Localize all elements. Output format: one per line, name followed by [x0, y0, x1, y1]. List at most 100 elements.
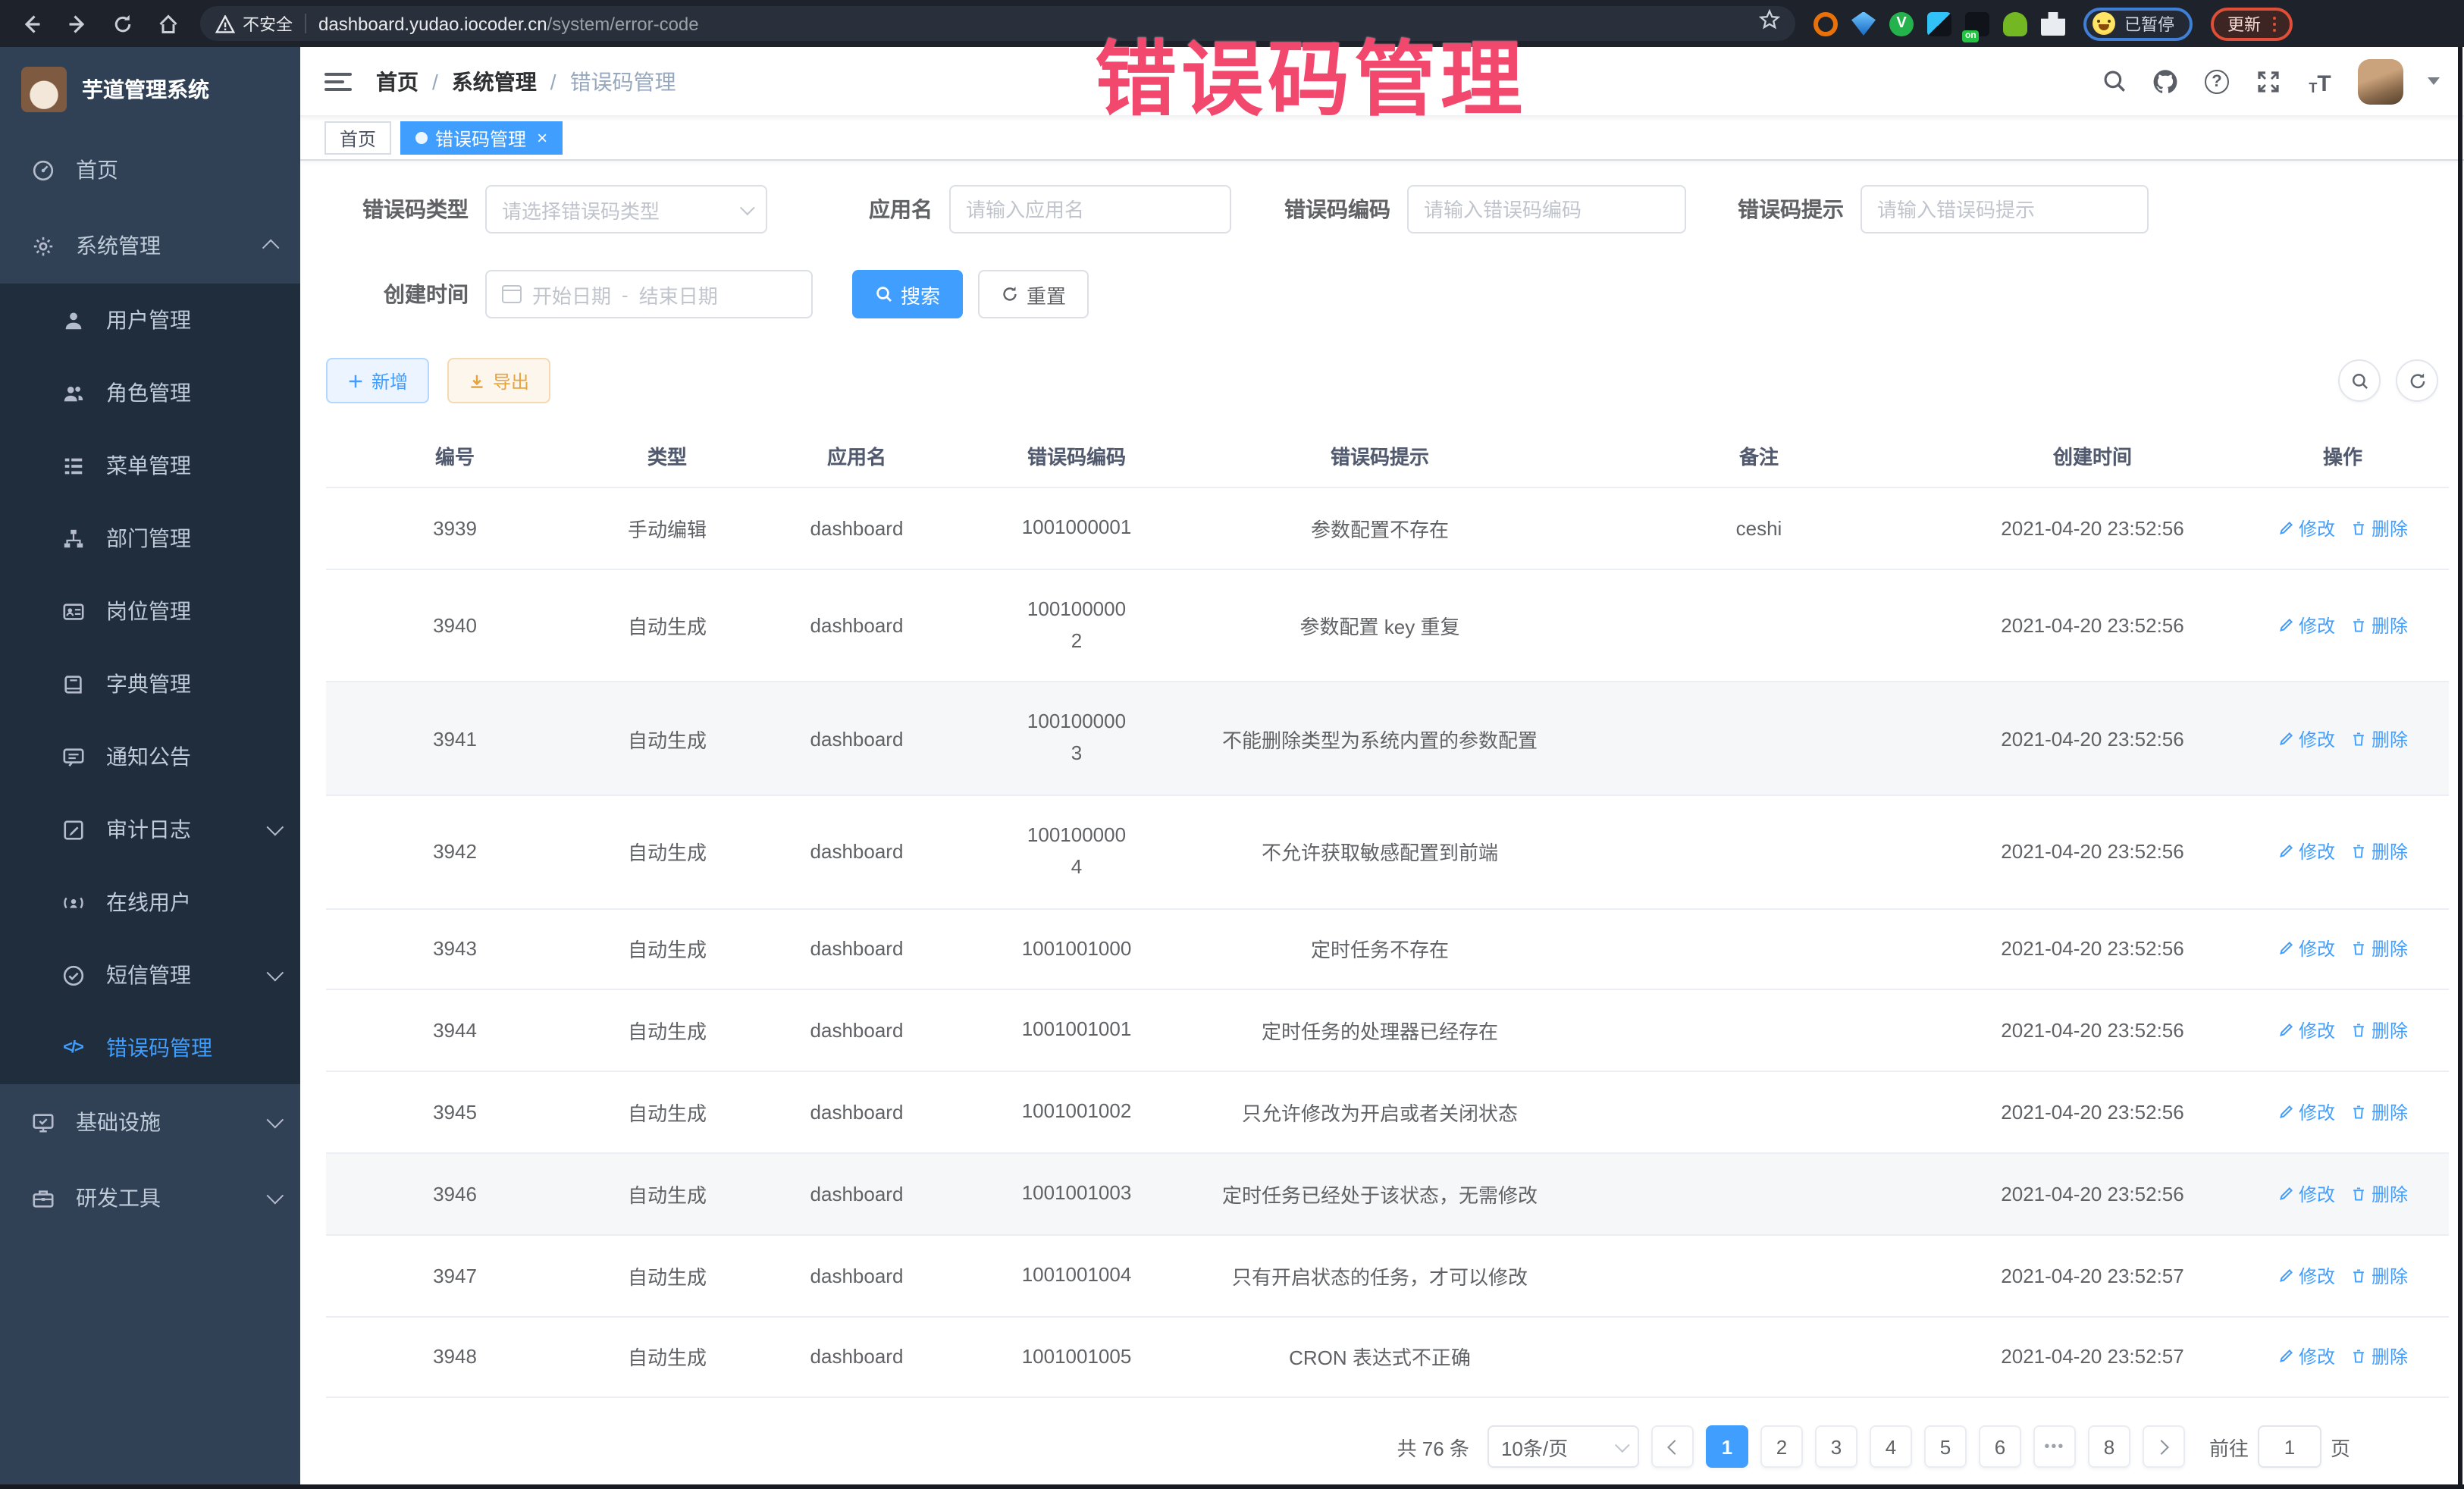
- hamburger-icon[interactable]: [324, 72, 352, 90]
- page-ellipsis-button[interactable]: •••: [2033, 1426, 2076, 1469]
- sidebar-item-notice[interactable]: 通知公告: [0, 720, 300, 793]
- header-search-icon[interactable]: [2100, 67, 2127, 95]
- back-icon[interactable]: [18, 10, 45, 37]
- breadcrumb-section[interactable]: 系统管理: [452, 66, 537, 96]
- export-label: 导出: [493, 368, 529, 393]
- delete-link[interactable]: 删除: [2350, 839, 2408, 865]
- search-button[interactable]: 搜索: [852, 270, 963, 318]
- profile-paused-chip[interactable]: 已暂停: [2083, 7, 2193, 40]
- edit-link[interactable]: 修改: [2277, 726, 2335, 751]
- reload-icon[interactable]: [109, 10, 136, 37]
- delete-link[interactable]: 删除: [2350, 936, 2408, 962]
- edit-link[interactable]: 修改: [2277, 1099, 2335, 1125]
- date-range-picker[interactable]: 开始日期 - 结束日期: [485, 270, 813, 318]
- delete-link[interactable]: 删除: [2350, 1262, 2408, 1288]
- delete-link[interactable]: 删除: [2350, 1018, 2408, 1044]
- help-icon[interactable]: ?: [2203, 67, 2230, 95]
- cell-remark: [1569, 908, 1948, 990]
- sidebar-item-user[interactable]: 用户管理: [0, 284, 300, 356]
- extension-switchyomega-icon[interactable]: on: [1965, 11, 1989, 36]
- tag-home[interactable]: 首页: [324, 121, 391, 155]
- add-button[interactable]: 新增: [326, 358, 429, 403]
- extension-grid-icon[interactable]: [1927, 11, 1951, 36]
- sidebar-item-sms[interactable]: 短信管理: [0, 939, 300, 1011]
- breadcrumb-home[interactable]: 首页: [376, 66, 419, 96]
- extension-green-icon[interactable]: V: [1889, 11, 1914, 36]
- sidebar-item-menu[interactable]: 菜单管理: [0, 429, 300, 502]
- cell-code: 100100000 2: [963, 569, 1190, 682]
- github-icon[interactable]: [2152, 67, 2179, 95]
- edit-link[interactable]: 修改: [2277, 1018, 2335, 1044]
- sidebar-item-tools[interactable]: 研发工具: [0, 1160, 300, 1236]
- cell-message: 定时任务已经处于该状态，无需修改: [1190, 1153, 1569, 1235]
- delete-link[interactable]: 删除: [2350, 1181, 2408, 1207]
- delete-link[interactable]: 删除: [2350, 516, 2408, 541]
- font-size-icon[interactable]: TT: [2306, 67, 2334, 95]
- reset-button[interactable]: 重置: [978, 270, 1089, 318]
- export-button[interactable]: 导出: [447, 358, 550, 403]
- avatar-caret-icon[interactable]: [2428, 77, 2440, 85]
- edit-link[interactable]: 修改: [2277, 1181, 2335, 1207]
- edit-link[interactable]: 修改: [2277, 936, 2335, 962]
- page-button-8[interactable]: 8: [2088, 1426, 2130, 1469]
- sidebar-item-online[interactable]: 在线用户: [0, 866, 300, 939]
- page-button-6[interactable]: 6: [1979, 1426, 2021, 1469]
- extension-gem-icon[interactable]: [1851, 11, 1876, 36]
- fullscreen-icon[interactable]: [2255, 67, 2282, 95]
- sidebar-item-home[interactable]: 首页: [0, 132, 300, 208]
- page-button-5[interactable]: 5: [1924, 1426, 1967, 1469]
- sidebar-item-post[interactable]: 岗位管理: [0, 575, 300, 647]
- sidebar-item-errcode[interactable]: </> 错误码管理: [0, 1011, 300, 1084]
- forward-icon[interactable]: [64, 10, 91, 37]
- security-chip[interactable]: 不安全: [215, 11, 293, 36]
- page-button-3[interactable]: 3: [1815, 1426, 1857, 1469]
- next-page-button[interactable]: [2143, 1426, 2185, 1469]
- pencil-icon: [2277, 1349, 2294, 1365]
- delete-link[interactable]: 删除: [2350, 726, 2408, 751]
- avatar[interactable]: [2358, 58, 2403, 104]
- delete-link[interactable]: 删除: [2350, 613, 2408, 638]
- page-button-2[interactable]: 2: [1760, 1426, 1803, 1469]
- sidebar-item-system[interactable]: 系统管理: [0, 208, 300, 284]
- sidebar-item-role[interactable]: 角色管理: [0, 356, 300, 429]
- bookmark-star-icon[interactable]: [1759, 9, 1780, 38]
- page-button-1[interactable]: 1: [1706, 1426, 1748, 1469]
- page-content: 错误码类型 请选择错误码类型 应用名 错误码编码 错误码提示 创建时间: [300, 161, 2464, 1484]
- chrome-menu-icon[interactable]: [2273, 16, 2276, 31]
- error-msg-input[interactable]: [1861, 185, 2149, 234]
- edit-link[interactable]: 修改: [2277, 1262, 2335, 1288]
- cell-app: dashboard: [751, 1316, 963, 1398]
- error-type-select[interactable]: 请选择错误码类型: [485, 185, 767, 234]
- goto-page: 前往 页: [2209, 1426, 2350, 1469]
- page-size-select[interactable]: 10条/页: [1487, 1426, 1639, 1469]
- page-button-4[interactable]: 4: [1870, 1426, 1912, 1469]
- delete-link[interactable]: 删除: [2350, 1099, 2408, 1125]
- filter-date-label: 创建时间: [350, 279, 469, 309]
- cell-remark: [1569, 682, 1948, 795]
- address-bar[interactable]: 不安全 dashboard.yudao.iocoder.cn/system/er…: [200, 6, 1795, 41]
- toggle-search-button[interactable]: [2338, 359, 2381, 402]
- edit-link[interactable]: 修改: [2277, 1344, 2335, 1370]
- extensions-puzzle-icon[interactable]: [2041, 11, 2065, 36]
- sidebar-item-dict[interactable]: 字典管理: [0, 647, 300, 720]
- error-code-input[interactable]: [1407, 185, 1686, 234]
- extension-orange-icon[interactable]: [1814, 11, 1838, 36]
- edit-link[interactable]: 修改: [2277, 839, 2335, 865]
- edit-link[interactable]: 修改: [2277, 613, 2335, 638]
- tag-close-icon[interactable]: ×: [537, 129, 547, 147]
- goto-page-input[interactable]: [2258, 1426, 2321, 1469]
- sidebar-item-infra[interactable]: 基础设施: [0, 1084, 300, 1160]
- delete-link[interactable]: 删除: [2350, 1344, 2408, 1370]
- app-name-input[interactable]: [949, 185, 1231, 234]
- prev-page-button[interactable]: [1651, 1426, 1694, 1469]
- edit-link[interactable]: 修改: [2277, 516, 2335, 541]
- sidebar-item-dept[interactable]: 部门管理: [0, 502, 300, 575]
- home-icon[interactable]: [155, 10, 182, 37]
- logo[interactable]: 芋道管理系统: [0, 47, 300, 132]
- extension-key-icon[interactable]: [2003, 11, 2027, 36]
- refresh-table-button[interactable]: [2396, 359, 2438, 402]
- cell-id: 3940: [326, 569, 584, 682]
- sidebar-item-audit[interactable]: 审计日志: [0, 793, 300, 866]
- chrome-update-button[interactable]: 更新: [2211, 7, 2293, 40]
- tag-errcode[interactable]: 错误码管理 ×: [400, 121, 563, 155]
